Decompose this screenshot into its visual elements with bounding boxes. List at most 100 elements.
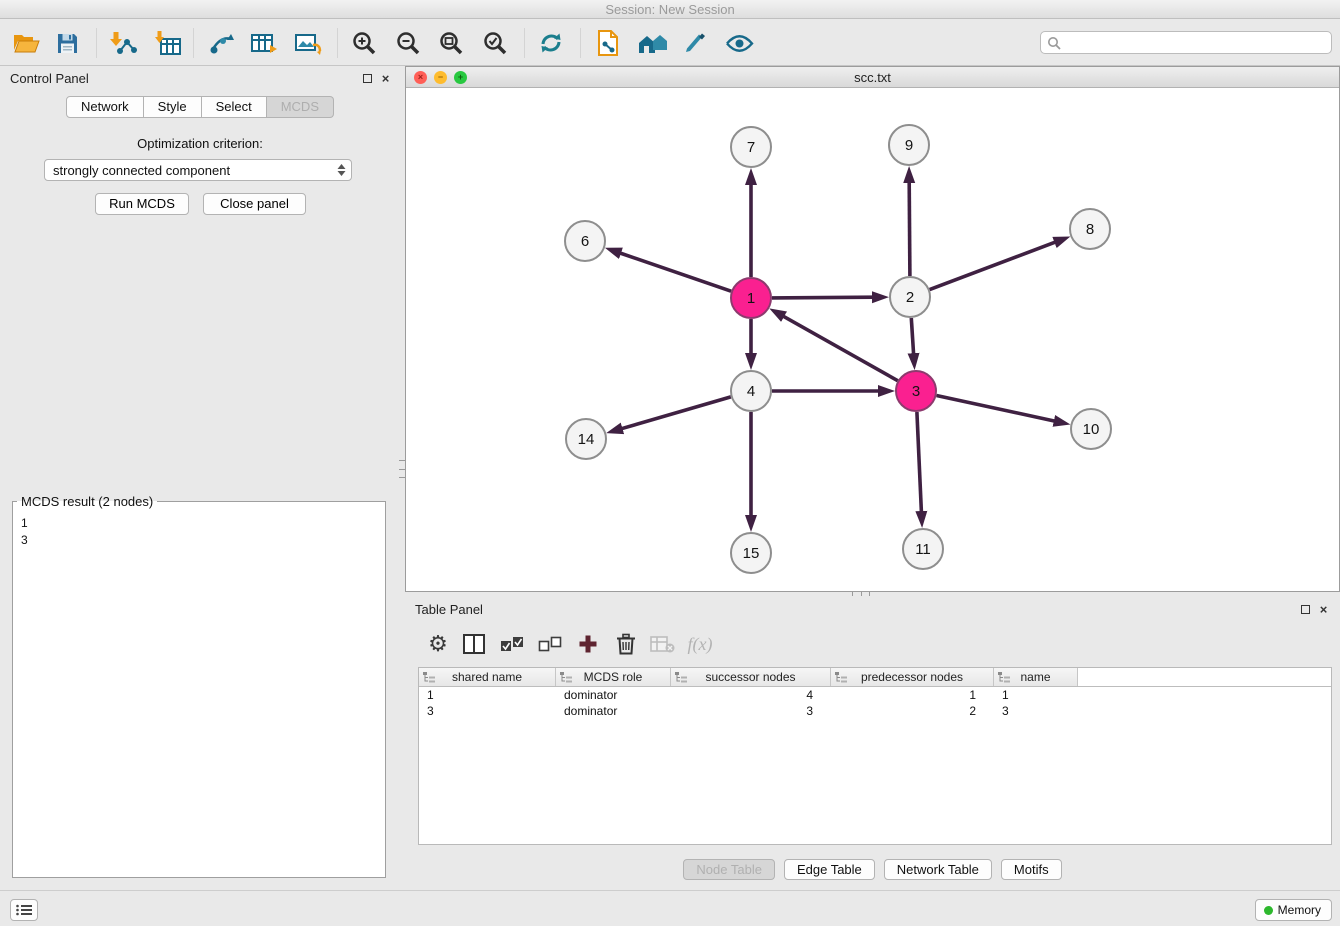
table-panel-header: Table Panel × <box>405 597 1340 623</box>
table-settings-button[interactable]: ⚙ <box>421 627 455 661</box>
float-table-panel-button[interactable] <box>1298 602 1313 617</box>
export-image-icon <box>295 32 322 55</box>
graph-edge-2-3[interactable] <box>911 318 913 354</box>
open-session-button[interactable] <box>8 25 44 61</box>
zoom-selected-button[interactable] <box>477 25 513 61</box>
graph-edge-3-11[interactable] <box>917 412 922 512</box>
save-floppy-icon <box>56 32 79 55</box>
toolbar-separator <box>337 28 338 58</box>
cell-shared-name: 3 <box>419 703 556 719</box>
close-table-panel-button[interactable]: × <box>1316 602 1331 617</box>
task-history-button[interactable] <box>10 899 38 921</box>
column-label: successor nodes <box>705 670 795 684</box>
column-header-successor-nodes[interactable]: successor nodes <box>671 668 831 686</box>
refresh-button[interactable] <box>533 25 569 61</box>
export-document-button[interactable] <box>590 25 626 61</box>
run-mcds-button[interactable]: Run MCDS <box>95 193 189 215</box>
save-session-button[interactable] <box>49 25 85 61</box>
close-icon: × <box>382 66 390 92</box>
toolbar-separator <box>580 28 581 58</box>
select-all-rows-button[interactable] <box>495 627 529 661</box>
graph-edge-2-9[interactable] <box>909 182 910 276</box>
search-box[interactable] <box>1040 31 1332 54</box>
graph-edge-4-14[interactable] <box>622 397 731 429</box>
zoom-out-button[interactable] <box>390 25 426 61</box>
graph-node-10[interactable]: 10 <box>1071 409 1111 449</box>
graph-edge-2-8[interactable] <box>930 242 1056 290</box>
function-builder-button[interactable]: f(x) <box>683 627 717 661</box>
memory-button[interactable]: Memory <box>1255 899 1332 921</box>
graph-edge-1-2[interactable] <box>772 297 873 298</box>
eye-icon <box>725 34 754 53</box>
column-visibility-button[interactable] <box>457 627 491 661</box>
graph-node-14[interactable]: 14 <box>566 419 606 459</box>
close-panel-button[interactable]: × <box>378 71 393 86</box>
tab-network[interactable]: Network <box>66 96 144 118</box>
column-header-shared-name[interactable]: shared name <box>419 668 556 686</box>
column-header-predecessor-nodes[interactable]: predecessor nodes <box>831 668 994 686</box>
column-header-name[interactable]: name <box>994 668 1078 686</box>
graph-node-15[interactable]: 15 <box>731 533 771 573</box>
new-network-button[interactable] <box>204 25 240 61</box>
graph-node-4[interactable]: 4 <box>731 371 771 411</box>
home-button[interactable] <box>634 25 670 61</box>
delete-column-button[interactable] <box>609 627 643 661</box>
minimize-window-button[interactable]: − <box>434 71 447 84</box>
table-row[interactable]: 3 dominator 3 2 3 <box>419 703 1331 719</box>
graph-node-1[interactable]: 1 <box>731 278 771 318</box>
zoom-out-icon <box>396 31 420 55</box>
zoom-window-button[interactable]: + <box>454 71 467 84</box>
float-panel-button[interactable] <box>360 71 375 86</box>
criterion-dropdown[interactable]: strongly connected component <box>44 159 352 181</box>
title-bar: Session: New Session <box>0 0 1340 19</box>
graph-node-6[interactable]: 6 <box>565 221 605 261</box>
graph-edge-3-10[interactable] <box>937 396 1055 422</box>
network-branch-icon <box>209 31 235 55</box>
node-table: shared name MCDS role successor nodes <box>418 667 1332 845</box>
tab-edge-table[interactable]: Edge Table <box>784 859 875 880</box>
toolbar-separator <box>193 28 194 58</box>
graph-node-7[interactable]: 7 <box>731 127 771 167</box>
table-toolbar: ⚙ <box>405 623 1340 665</box>
tab-select[interactable]: Select <box>202 96 267 118</box>
column-label: shared name <box>452 670 522 684</box>
tab-motifs[interactable]: Motifs <box>1001 859 1062 880</box>
graph-node-9[interactable]: 9 <box>889 125 929 165</box>
import-table-icon <box>155 31 181 56</box>
import-network-button[interactable] <box>105 25 141 61</box>
deselect-all-rows-button[interactable] <box>533 627 567 661</box>
deselect-all-icon <box>538 635 563 653</box>
mcds-result-line: 1 <box>13 515 385 532</box>
network-graph[interactable]: 7 9 6 8 1 2 4 3 14 10 15 11 <box>406 88 1339 591</box>
import-table-button[interactable] <box>150 25 186 61</box>
graph-node-8[interactable]: 8 <box>1070 209 1110 249</box>
graph-node-11[interactable]: 11 <box>903 529 943 569</box>
table-row[interactable]: 1 dominator 4 1 1 <box>419 687 1331 703</box>
graph-node-3[interactable]: 3 <box>896 371 936 411</box>
zoom-in-button[interactable] <box>346 25 382 61</box>
graph-node-2[interactable]: 2 <box>890 277 930 317</box>
close-panel-action-button[interactable]: Close panel <box>203 193 306 215</box>
new-table-button[interactable] <box>246 25 282 61</box>
delete-table-icon <box>650 635 675 653</box>
tab-node-table[interactable]: Node Table <box>683 859 775 880</box>
export-image-button[interactable] <box>290 25 326 61</box>
control-panel-tabs: Network Style Select MCDS <box>0 96 400 118</box>
search-input[interactable] <box>1061 33 1331 52</box>
memory-status-dot <box>1264 906 1273 915</box>
graph-edge-1-6[interactable] <box>620 253 731 291</box>
window-controls: × − + <box>414 71 467 84</box>
show-hide-button[interactable] <box>721 25 757 61</box>
network-canvas[interactable]: 7 9 6 8 1 2 4 3 14 10 15 11 <box>406 88 1339 591</box>
close-window-button[interactable]: × <box>414 71 427 84</box>
graph-edge-3-1[interactable] <box>783 316 898 381</box>
column-header-mcds-role[interactable]: MCDS role <box>556 668 671 686</box>
tab-mcds[interactable]: MCDS <box>267 96 334 118</box>
tab-style[interactable]: Style <box>144 96 202 118</box>
status-bar: Memory <box>0 890 1340 926</box>
tab-network-table[interactable]: Network Table <box>884 859 992 880</box>
delete-table-button[interactable] <box>645 627 679 661</box>
add-column-button[interactable] <box>571 627 605 661</box>
style-wand-button[interactable] <box>677 25 713 61</box>
zoom-fit-button[interactable] <box>433 25 469 61</box>
